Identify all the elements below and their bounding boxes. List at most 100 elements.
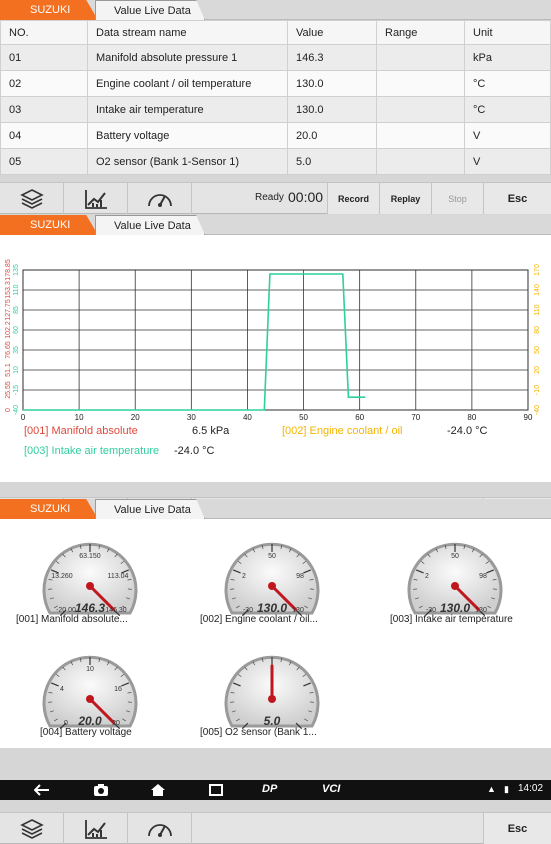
wifi-icon: ▲ [487, 784, 496, 794]
y-tick-label-orange: -40 [534, 405, 541, 415]
gauge-label: [004] Battery voltage [40, 727, 132, 738]
stop-button[interactable]: Stop [431, 183, 483, 214]
y-tick-label-teal: 10 [13, 366, 20, 374]
table-row[interactable]: 02 Engine coolant / oil temperature 130.… [1, 71, 551, 97]
legend-series-2: [002] Engine coolant / oil [282, 425, 402, 437]
cell-value: 146.3 [288, 45, 377, 71]
legend-value-2: -24.0 °C [447, 425, 487, 437]
cell-range [377, 123, 465, 149]
live-data-table-panel: SUZUKI Value Live Data NO. Data stream n… [0, 0, 551, 175]
legend-value-1: 6.5 kPa [192, 425, 229, 437]
cell-value: 5.0 [288, 149, 377, 175]
list-view-button[interactable] [0, 183, 64, 214]
cell-range [377, 97, 465, 123]
y-tick-label-orange: -10 [534, 385, 541, 395]
dp-icon[interactable]: DP [262, 783, 277, 795]
y-tick-label-red: 51.1 [5, 363, 12, 377]
esc-button[interactable]: Esc [483, 813, 551, 844]
y-tick-label-teal: -15 [13, 385, 20, 395]
gauge-label: [005] O2 sensor (Bank 1... [200, 727, 317, 738]
gauge-tick-label: 98 [296, 573, 304, 580]
cell-name: Engine coolant / oil temperature [88, 71, 288, 97]
y-tick-label-red: 0 [5, 408, 12, 412]
vci-icon[interactable]: VCI [322, 783, 340, 795]
y-tick-label-red: 102.2 [5, 321, 12, 339]
gauge-tick-label: 2 [425, 573, 429, 580]
data-stream-table: NO. Data stream name Value Range Unit 01… [0, 20, 551, 175]
record-button[interactable]: Record [327, 183, 379, 214]
list-view-button[interactable] [0, 813, 64, 844]
cell-no: 03 [1, 97, 88, 123]
table-row[interactable]: 04 Battery voltage 20.0 V [1, 123, 551, 149]
cell-name: Battery voltage [88, 123, 288, 149]
cell-name: O2 sensor (Bank 1-Sensor 1) [88, 149, 288, 175]
gauge-icon [146, 818, 174, 840]
gauge-tick-label: 0 [64, 720, 68, 727]
cell-value: 130.0 [288, 97, 377, 123]
legend-value-3: -24.0 °C [174, 445, 214, 457]
title-tab[interactable]: Value Live Data [95, 0, 205, 20]
y-tick-label-teal: 35 [13, 346, 20, 354]
layers-icon [20, 188, 44, 210]
recent-apps-icon[interactable] [208, 783, 224, 797]
gauge-tick-label: -30 [243, 607, 253, 614]
cell-range [377, 149, 465, 175]
x-tick-label: 70 [411, 413, 420, 422]
gauge-tick-label: -30 [426, 607, 436, 614]
line-chart-icon [83, 818, 109, 840]
x-tick-label: 50 [299, 413, 308, 422]
cell-no: 05 [1, 149, 88, 175]
header-value: Value [288, 21, 377, 45]
table-row[interactable]: 05 O2 sensor (Bank 1-Sensor 1) 5.0 V [1, 149, 551, 175]
cell-name: Manifold absolute pressure 1 [88, 45, 288, 71]
gauge-tick-label: 113.04 [108, 573, 129, 580]
back-icon[interactable] [34, 784, 50, 796]
title-tab[interactable]: Value Live Data [95, 215, 205, 235]
cell-unit: V [465, 123, 551, 149]
graph-view-button[interactable] [64, 813, 128, 844]
tab-bar: SUZUKI Value Live Data [0, 215, 551, 235]
gauge-label: [003] Intake air temperature [390, 614, 513, 625]
brand-tab[interactable]: SUZUKI [0, 215, 98, 235]
cell-no: 01 [1, 45, 88, 71]
home-icon[interactable] [150, 783, 166, 797]
gauge-tick-label: 146.30 [105, 607, 126, 614]
gauge-label: [002] Engine coolant / oil... [200, 614, 318, 625]
y-tick-label-teal: 60 [13, 326, 20, 334]
brand-tab[interactable]: SUZUKI [0, 499, 98, 519]
y-tick-label-red: 76.65 [5, 341, 12, 359]
cell-range [377, 45, 465, 71]
graph-area: 0102030405060708090025.5551.176.65102.21… [0, 235, 551, 482]
gauge-tick-label: 10 [86, 666, 94, 673]
header-unit: Unit [465, 21, 551, 45]
brand-tab[interactable]: SUZUKI [0, 0, 98, 20]
table-row[interactable]: 03 Intake air temperature 130.0 °C [1, 97, 551, 123]
replay-button[interactable]: Replay [379, 183, 431, 214]
gauge-value: 20.0 [78, 714, 101, 728]
title-tab[interactable]: Value Live Data [95, 499, 205, 519]
header-name: Data stream name [88, 21, 288, 45]
gauge-tick-label: 63.150 [79, 553, 100, 560]
legend-series-3: [003] Intake air temperature [24, 445, 159, 457]
y-tick-label-orange: 110 [534, 304, 541, 315]
esc-button[interactable]: Esc [483, 183, 551, 214]
y-tick-label-red: 25.55 [5, 381, 12, 399]
gauge-tick-label: 20 [112, 720, 120, 727]
gauge-view-button[interactable] [128, 813, 192, 844]
gauge-tick-label: 130 [292, 607, 304, 614]
camera-icon[interactable] [93, 783, 109, 797]
x-tick-label: 90 [524, 413, 533, 422]
status-ready: Ready [255, 192, 284, 203]
gauge-value: 130.0 [257, 601, 287, 615]
gauge-view-button[interactable] [128, 183, 192, 214]
y-tick-label-teal: 110 [13, 284, 20, 295]
gauge-value: 146.3 [75, 601, 105, 615]
table-header: NO. Data stream name Value Range Unit [1, 21, 551, 45]
toolbar-bottom: Esc [0, 812, 551, 844]
y-tick-label-orange: 140 [534, 284, 541, 296]
graph-view-button[interactable] [64, 183, 128, 214]
layers-icon [20, 818, 44, 840]
table-row[interactable]: 01 Manifold absolute pressure 1 146.3 kP… [1, 45, 551, 71]
gauge-tick-label: 13.260 [51, 573, 72, 580]
y-tick-label-orange: 80 [534, 326, 541, 334]
